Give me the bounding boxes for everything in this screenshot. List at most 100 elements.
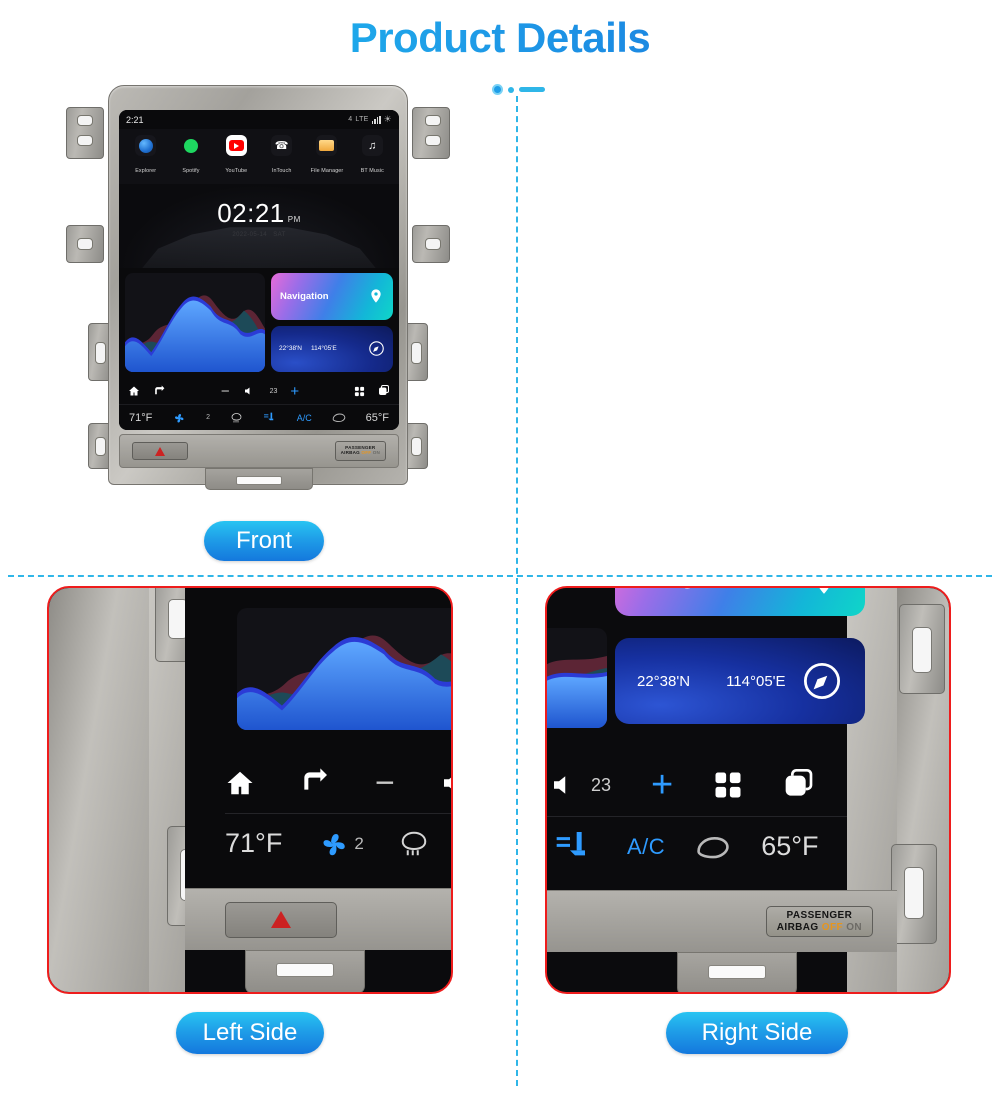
bracket-hole	[77, 135, 93, 146]
volume-up-button[interactable]: +	[651, 766, 673, 804]
app-label: File Manager	[310, 168, 344, 174]
left-side-detail-panel: − 71°F 2	[47, 586, 453, 994]
recirculate-icon[interactable]	[332, 412, 346, 423]
hazard-button[interactable]	[225, 901, 337, 938]
ac-label[interactable]: A/C	[627, 834, 665, 860]
app-label: YouTube	[225, 168, 248, 174]
app-youtube[interactable]: YouTube	[217, 135, 255, 177]
label-front[interactable]: Front	[204, 521, 324, 561]
ac-label[interactable]: A/C	[297, 413, 312, 423]
defrost-icon[interactable]	[398, 829, 430, 859]
label-left-side[interactable]: Left Side	[176, 1012, 324, 1054]
mount-bracket-left-mid	[66, 225, 104, 263]
home-icon[interactable]	[128, 385, 140, 397]
app-intouch[interactable]: ☎ InTouch	[263, 135, 301, 177]
seat-heat-icon[interactable]	[553, 827, 597, 867]
mount-bracket-right-mid	[412, 225, 450, 263]
status-bar: 2:21 4 LTE ☀	[119, 110, 399, 129]
mount-bracket-detail-top	[899, 604, 945, 694]
defrost-icon[interactable]	[230, 412, 243, 424]
app-file-manager[interactable]: File Manager	[308, 135, 346, 177]
mount-bracket-left-top	[66, 107, 104, 159]
bt-music-icon: ♫	[361, 135, 383, 156]
airbag-indicator: PASSENGER AIRBAG OFF ON	[765, 906, 873, 937]
map-pin-icon	[805, 588, 843, 597]
compass-icon	[368, 340, 385, 357]
page-title: Product Details	[0, 0, 1000, 62]
volume-down-button[interactable]: −	[375, 765, 395, 800]
clock-panel: 02:21 PM 2022-05-14 SAT	[119, 184, 399, 268]
volume-icon[interactable]	[439, 768, 451, 798]
navigation-bar: − 23 +	[119, 378, 399, 404]
recirculate-icon[interactable]	[695, 834, 731, 860]
bracket-hole	[77, 238, 93, 250]
driver-temperature[interactable]: 71°F	[129, 412, 152, 424]
hazard-triangle-icon	[155, 446, 165, 456]
climate-bar: 71°F 2 A/C 65°F	[119, 404, 399, 430]
apps-grid-icon[interactable]	[713, 770, 743, 800]
coordinates-widget[interactable]: 22°38'N 114°05'E	[271, 325, 393, 372]
coordinate-latitude: 22°38'N	[279, 345, 302, 353]
intouch-icon: ☎	[271, 135, 293, 156]
home-icon[interactable]	[225, 768, 255, 798]
app-explorer[interactable]: Explorer	[127, 135, 165, 177]
app-drawer: Explorer Spotify YouTube ☎ InTouch File …	[119, 129, 399, 184]
left-detail-content: − 71°F 2	[49, 588, 451, 992]
hazard-button[interactable]	[132, 442, 188, 460]
app-label: InTouch	[271, 168, 292, 174]
volume-icon[interactable]	[549, 770, 579, 800]
bracket-hole	[77, 115, 93, 126]
front-device-view: 2:21 4 LTE ☀ Explorer Spotify YouTube ☎ …	[66, 85, 476, 495]
airbag-on-state: ON	[372, 450, 380, 455]
navigation-widget[interactable]: Navigation	[271, 273, 393, 320]
label-right-side[interactable]: Right Side	[666, 1012, 848, 1054]
head-unit-screen[interactable]: 2:21 4 LTE ☀ Explorer Spotify YouTube ☎ …	[119, 110, 399, 430]
bracket-hole	[411, 342, 422, 364]
airbag-indicator: PASSENGER AIRBAG OFF ON	[334, 441, 386, 461]
passenger-temperature[interactable]: 65°F	[366, 412, 389, 424]
app-spotify[interactable]: Spotify	[172, 135, 210, 177]
driver-temperature[interactable]: 71°F	[225, 828, 282, 859]
navigation-bar-large: −	[225, 758, 451, 808]
lower-trim-large: PASSENGER AIRBAG OFF ON	[547, 890, 897, 952]
bracket-hole	[425, 115, 441, 126]
bracket-hole	[411, 437, 422, 456]
brightness-icon[interactable]: ☀	[384, 114, 392, 125]
foot-slot	[236, 476, 282, 485]
bracket-hole	[425, 135, 441, 146]
bracket-hole	[912, 627, 932, 673]
marker-dot-icon	[508, 86, 514, 93]
divider-marker	[492, 84, 545, 95]
marker-ring-icon	[492, 84, 503, 95]
back-icon[interactable]	[153, 385, 166, 398]
widget-column: Navigation 22°38'N 114°05'E	[271, 273, 393, 372]
app-bt-music[interactable]: ♫ BT Music	[353, 135, 391, 177]
detail-screen-region: − 71°F 2	[185, 588, 451, 888]
apps-grid-icon[interactable]	[354, 386, 365, 397]
volume-up-button[interactable]: +	[290, 384, 299, 399]
file-manager-icon	[316, 135, 338, 156]
vertical-divider	[516, 96, 518, 1086]
back-icon[interactable]	[299, 767, 331, 799]
recents-icon[interactable]	[378, 385, 390, 397]
visualizer-svg-partial	[547, 656, 607, 728]
status-bar-time: 2:21	[126, 114, 144, 125]
passenger-temperature[interactable]: 65°F	[761, 831, 818, 862]
seat-heat-icon[interactable]	[263, 411, 277, 424]
coordinate-longitude: 114°05'E	[726, 672, 786, 690]
volume-icon[interactable]	[243, 385, 255, 397]
volume-value: 23	[269, 387, 278, 395]
marker-dash-icon	[519, 87, 545, 92]
fan-icon[interactable]	[316, 829, 346, 859]
coordinates-widget-large[interactable]: 22°38'N 114°05'E	[615, 638, 865, 724]
recents-icon[interactable]	[783, 769, 815, 801]
fan-icon[interactable]	[172, 412, 184, 424]
volume-down-button[interactable]: −	[221, 384, 230, 399]
map-pin-icon	[368, 288, 384, 304]
navigation-widget-large[interactable]: Navigation	[615, 588, 865, 616]
lower-trim-large	[185, 888, 451, 950]
visualizer-svg	[125, 295, 265, 372]
climate-bar-large: 71°F 2	[225, 813, 451, 873]
lower-trim-panel: PASSENGER AIRBAG OFF ON	[119, 434, 399, 468]
bracket-hole	[904, 867, 924, 919]
